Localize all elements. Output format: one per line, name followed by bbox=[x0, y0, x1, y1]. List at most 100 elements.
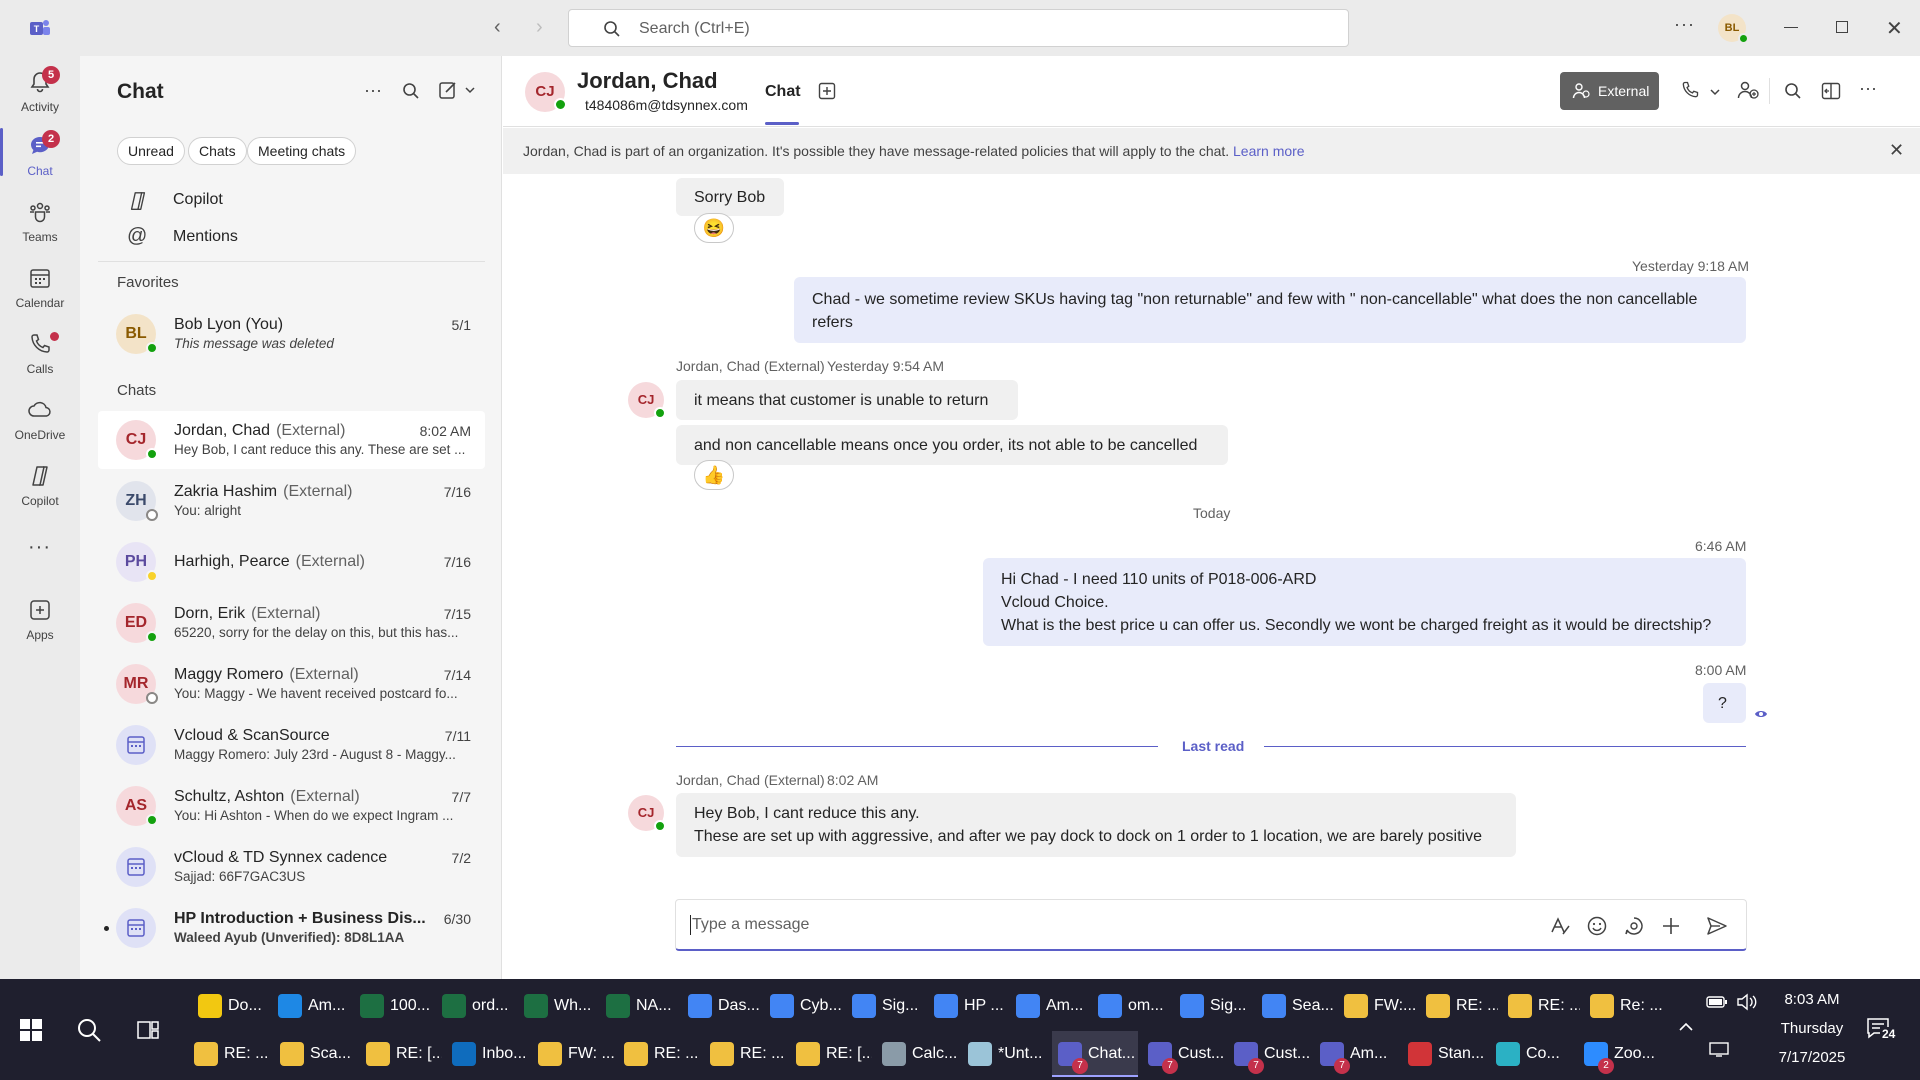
taskbar-app-button[interactable]: 100... bbox=[354, 983, 432, 1029]
taskbar-app-button[interactable]: Sig... bbox=[1174, 983, 1252, 1029]
taskbar-app-button[interactable]: Sea... bbox=[1256, 983, 1334, 1029]
windows-start-icon[interactable] bbox=[20, 1019, 42, 1041]
thumbs-up-reaction-icon[interactable]: 👍 bbox=[694, 460, 734, 490]
task-view-icon[interactable] bbox=[137, 1019, 159, 1041]
conversation-search-icon[interactable] bbox=[1784, 82, 1802, 100]
taskbar-app-button[interactable]: HP ... bbox=[928, 983, 1006, 1029]
rail-copilot[interactable]: Copilot bbox=[0, 460, 80, 514]
more-apps-icon[interactable]: ··· bbox=[28, 536, 51, 559]
chat-list-search-icon[interactable] bbox=[402, 82, 420, 100]
taskbar-app-button[interactable]: Stan... bbox=[1402, 1031, 1486, 1077]
tab-chat[interactable]: Chat bbox=[765, 83, 801, 101]
chat-row[interactable]: vCloud & TD Synnex cadence 7/2 Sajjad: 66F… bbox=[98, 838, 485, 896]
message-bubble[interactable]: it means that customer is unable to retu… bbox=[676, 380, 1018, 420]
clock-day[interactable]: Thursday bbox=[1776, 1020, 1848, 1037]
chat-row[interactable]: ZH Zakria Hashim (External) 7/16 You: alrigh… bbox=[98, 472, 485, 530]
taskbar-app-button[interactable]: *Unt... bbox=[962, 1031, 1048, 1077]
rail-calls[interactable]: Calls bbox=[0, 328, 80, 382]
loop-icon[interactable] bbox=[1623, 915, 1645, 937]
more-options-icon[interactable]: ··· bbox=[1674, 14, 1695, 35]
taskbar-app-button[interactable]: NA... bbox=[600, 983, 678, 1029]
taskbar-app-button[interactable]: Am... 7 bbox=[1314, 1031, 1398, 1077]
chat-list-more-icon[interactable]: ··· bbox=[364, 80, 382, 101]
chat-row[interactable]: CJ Jordan, Chad (External) 8:02 AM Hey Bob, … bbox=[98, 411, 485, 469]
taskbar-app-button[interactable]: RE: ... bbox=[618, 1031, 700, 1077]
message-bubble-mine[interactable]: Chad - we sometime review SKUs having ta… bbox=[794, 277, 1746, 343]
taskbar-app-button[interactable]: FW:... bbox=[1338, 983, 1416, 1029]
call-icon[interactable] bbox=[1680, 80, 1700, 100]
taskbar-app-button[interactable]: Do... bbox=[192, 983, 268, 1029]
rail-onedrive[interactable]: OneDrive bbox=[0, 394, 80, 448]
rail-apps[interactable]: Apps bbox=[0, 594, 80, 648]
taskbar-app-button[interactable]: ord... bbox=[436, 983, 514, 1029]
taskbar-app-button[interactable]: Cyb... bbox=[764, 983, 842, 1029]
chat-row[interactable]: PH Harhigh, Pearce (External) 7/16 bbox=[98, 533, 485, 591]
chat-row[interactable]: HP Introduction + Business Dis... 6/30 Wal… bbox=[98, 899, 485, 957]
add-tab-icon[interactable] bbox=[818, 82, 836, 100]
emoji-icon[interactable] bbox=[1586, 915, 1608, 937]
clock-date[interactable]: 7/17/2025 bbox=[1770, 1049, 1854, 1066]
search-box[interactable]: Search (Ctrl+E) bbox=[568, 9, 1349, 47]
taskbar-app-button[interactable]: Chat... 7 bbox=[1052, 1031, 1138, 1077]
taskbar-app-button[interactable]: Sig... bbox=[846, 983, 924, 1029]
taskbar-app-button[interactable]: Am... bbox=[272, 983, 350, 1029]
taskbar-app-button[interactable]: om... bbox=[1092, 983, 1170, 1029]
message-bubble-mine[interactable]: ? bbox=[1703, 683, 1746, 723]
message-bubble-mine[interactable]: Hi Chad - I need 110 units of P018-006-A… bbox=[983, 558, 1746, 646]
new-chat-icon[interactable] bbox=[438, 80, 458, 100]
rail-calendar[interactable]: Calendar bbox=[0, 262, 80, 316]
chat-row[interactable]: MR Maggy Romero (External) 7/14 You: Maggy -… bbox=[98, 655, 485, 713]
taskbar-app-button[interactable]: Co... bbox=[1490, 1031, 1574, 1077]
taskbar-app-button[interactable]: RE: [... bbox=[790, 1031, 872, 1077]
contact-name[interactable]: Jordan, Chad bbox=[577, 68, 718, 94]
rail-activity[interactable]: 5 Activity bbox=[0, 66, 80, 120]
chat-row[interactable]: Vcloud & ScanSource 7/11 Maggy Romero: Jul… bbox=[98, 716, 485, 774]
filter-meeting-chats[interactable]: Meeting chats bbox=[247, 137, 357, 165]
message-bubble[interactable]: Hey Bob, I cant reduce this any. These a… bbox=[676, 793, 1516, 857]
close-window-icon[interactable]: ✕ bbox=[1886, 16, 1903, 41]
message-bubble[interactable]: and non cancellable means once you order… bbox=[676, 425, 1228, 465]
people-icon[interactable] bbox=[1737, 80, 1759, 100]
send-icon[interactable] bbox=[1706, 915, 1728, 937]
laugh-reaction-icon[interactable]: 😆 bbox=[694, 213, 734, 243]
chat-row[interactable]: AS Schultz, Ashton (External) 7/7 You: Hi As… bbox=[98, 777, 485, 835]
close-banner-icon[interactable]: ✕ bbox=[1889, 140, 1904, 161]
taskbar-app-button[interactable]: Inbo... bbox=[446, 1031, 528, 1077]
taskbar-app-button[interactable]: Cust... 7 bbox=[1142, 1031, 1224, 1077]
volume-icon[interactable] bbox=[1736, 993, 1758, 1011]
filter-chats[interactable]: Chats bbox=[188, 137, 247, 165]
format-icon[interactable] bbox=[1549, 915, 1571, 937]
taskbar-app-button[interactable]: FW: ... bbox=[532, 1031, 614, 1077]
taskbar-app-button[interactable]: Zoo... 2 bbox=[1578, 1031, 1660, 1077]
taskbar-app-button[interactable]: RE: ... bbox=[1502, 983, 1580, 1029]
pop-out-icon[interactable] bbox=[1821, 82, 1841, 100]
taskbar-app-button[interactable]: RE: [... bbox=[360, 1031, 442, 1077]
taskbar-app-button[interactable]: Cust... 7 bbox=[1228, 1031, 1310, 1077]
user-avatar[interactable]: BL bbox=[1718, 14, 1749, 44]
clock-time[interactable]: 8:03 AM bbox=[1776, 991, 1848, 1008]
copilot-list-item[interactable]: Copilot bbox=[127, 190, 467, 220]
taskbar-app-button[interactable]: Das... bbox=[682, 983, 760, 1029]
favorite-row-bob-lyon[interactable]: BL Bob Lyon (You) 5/1 This message was d… bbox=[98, 305, 485, 363]
maximize-icon[interactable] bbox=[1836, 21, 1848, 33]
rail-teams[interactable]: Teams bbox=[0, 196, 80, 250]
minimize-icon[interactable] bbox=[1784, 27, 1798, 28]
call-chevron-down-icon[interactable] bbox=[1709, 86, 1721, 98]
show-hidden-icons-chevron-up-icon[interactable] bbox=[1678, 1019, 1694, 1035]
attach-plus-icon[interactable] bbox=[1660, 915, 1682, 937]
rail-chat[interactable]: 2 Chat bbox=[0, 130, 80, 184]
taskbar-app-button[interactable]: Wh... bbox=[518, 983, 596, 1029]
battery-icon[interactable] bbox=[1706, 995, 1728, 1009]
back-arrow-icon[interactable]: ‹ bbox=[494, 16, 514, 40]
learn-more-link[interactable]: Learn more bbox=[1233, 143, 1305, 159]
tablet-mode-icon[interactable] bbox=[1708, 1041, 1730, 1057]
taskbar-app-button[interactable]: Sca... bbox=[274, 1031, 356, 1077]
chat-row[interactable]: ED Dorn, Erik (External) 7/15 65220, sorry f… bbox=[98, 594, 485, 652]
external-button[interactable]: External bbox=[1560, 72, 1659, 110]
forward-arrow-icon[interactable]: › bbox=[536, 16, 556, 40]
mentions-list-item[interactable]: @ Mentions bbox=[127, 225, 467, 257]
taskbar-app-button[interactable]: RE: ... bbox=[1420, 983, 1498, 1029]
taskbar-app-button[interactable]: Am... bbox=[1010, 983, 1088, 1029]
message-composer[interactable]: Type a message bbox=[675, 899, 1747, 951]
chevron-down-icon[interactable] bbox=[464, 84, 476, 96]
